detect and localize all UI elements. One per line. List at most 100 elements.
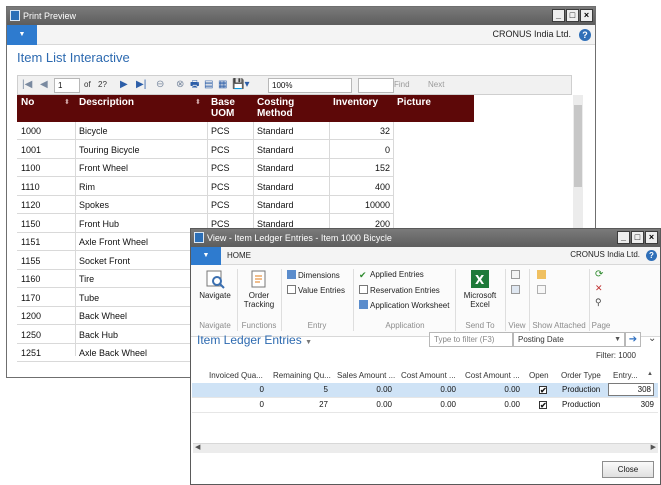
find-button[interactable]: ⚲ (595, 297, 606, 307)
expand-chevron-icon[interactable]: ⌄ (648, 333, 656, 344)
header-sales-amount[interactable]: Sales Amount ... (337, 371, 395, 380)
cell-description: Front Hub (79, 218, 120, 229)
find-link[interactable]: Find (394, 80, 410, 89)
application-worksheet-button[interactable]: Application Worksheet (359, 300, 449, 311)
grid-horizontal-scrollbar[interactable]: ◀ ▶ (193, 443, 658, 453)
edit-button[interactable] (511, 285, 522, 296)
header-remaining-quantity[interactable]: Remaining Qu... (273, 371, 331, 380)
back-icon[interactable]: ⊖ (156, 79, 164, 91)
minimize-icon[interactable]: _ (552, 9, 565, 22)
cell-no: 1160 (21, 274, 41, 284)
cell-description: Back Wheel (79, 311, 128, 321)
open-checkbox[interactable]: ✔ (539, 386, 547, 395)
clear-filter-button[interactable]: ✕ (595, 283, 606, 293)
cell-base-uom: PCS (211, 126, 230, 136)
open-checkbox[interactable]: ✔ (539, 401, 547, 410)
scroll-left-icon[interactable]: ◀ (195, 443, 200, 451)
table-row[interactable]: 0 27 0.00 0.00 0.00 ✔ Production 309 (192, 398, 658, 413)
maximize-icon[interactable]: □ (631, 231, 644, 244)
order-tracking-button[interactable]: Order Tracking (241, 269, 277, 309)
header-costing-method[interactable]: Costing Method (257, 97, 317, 119)
cell-description: Tire (79, 274, 95, 284)
notes-button[interactable] (537, 270, 548, 281)
print-preview-titlebar[interactable]: Print Preview _ □ × (7, 7, 595, 25)
cell-description: Socket Front (79, 255, 131, 266)
refresh-icon: ⟳ (595, 269, 604, 280)
find-input[interactable] (358, 78, 394, 93)
help-icon[interactable]: ? (646, 250, 657, 261)
header-invoiced-quantity[interactable]: Invoiced Qua... (209, 371, 263, 380)
apply-filter-button[interactable]: ➔ (625, 332, 641, 347)
reservation-entries-button[interactable]: Reservation Entries (359, 285, 440, 296)
page-number-input[interactable]: 1 (54, 78, 80, 93)
next-page-icon[interactable]: ▶ (120, 79, 128, 91)
cell-costing-method: Standard (257, 200, 294, 210)
header-picture[interactable]: Picture (397, 97, 431, 108)
close-icon[interactable]: × (580, 9, 593, 22)
header-open[interactable]: Open (529, 371, 549, 380)
header-cost-amount-actual[interactable]: Cost Amount ... (401, 371, 456, 380)
table-row[interactable]: 1120 Spokes PCS Standard 10000 (17, 196, 394, 214)
value-entries-button[interactable]: Value Entries (287, 285, 345, 296)
export-icon[interactable]: 💾▾ (232, 79, 249, 91)
filter-status: Filter: 1000 (595, 351, 636, 360)
page-layout-icon[interactable]: ▤ (204, 79, 213, 91)
header-no[interactable]: No (21, 97, 34, 108)
table-row[interactable]: 1110 Rim PCS Standard 400 (17, 178, 394, 196)
view-button[interactable] (511, 270, 522, 281)
cell-cost-amount-actual: 0.00 (440, 400, 456, 409)
page-setup-icon[interactable]: ▦ (218, 79, 227, 91)
tab-home[interactable]: HOME (227, 251, 251, 260)
print-icon[interactable]: 🖶 (190, 79, 199, 91)
microsoft-excel-button[interactable]: X Microsoft Excel (459, 269, 501, 309)
help-icon[interactable]: ? (579, 29, 591, 41)
ledger-titlebar[interactable]: View - Item Ledger Entries - Item 1000 B… (191, 229, 660, 247)
close-button[interactable]: Close (602, 461, 654, 478)
table-row[interactable]: 1100 Front Wheel PCS Standard 152 (17, 159, 394, 177)
table-row[interactable]: 0 5 0.00 0.00 0.00 ✔ Production 308 (192, 383, 658, 398)
ribbon-separator (455, 269, 456, 331)
table-row[interactable]: 1001 Touring Bicycle PCS Standard 0 (17, 141, 394, 159)
column-divider (75, 122, 76, 356)
dimensions-label: Dimensions (298, 271, 340, 280)
header-entry-no[interactable]: Entry... (613, 371, 638, 380)
first-page-icon[interactable]: |◀ (22, 79, 32, 91)
cell-entry-no[interactable]: 309 (641, 400, 654, 409)
cell-costing-method: Standard (257, 144, 294, 155)
sort-icon[interactable]: ⬍ (195, 98, 201, 106)
window-title: View - Item Ledger Entries - Item 1000 B… (207, 233, 392, 243)
page-title[interactable]: Item Ledger Entries ▼ (197, 333, 312, 347)
zoom-select[interactable]: 100% (268, 78, 352, 93)
header-cost-amount-expected[interactable]: Cost Amount ... (465, 371, 520, 380)
previous-page-icon[interactable]: ◀ (40, 79, 48, 91)
cell-entry-no[interactable]: 308 (608, 383, 654, 396)
table-row[interactable]: 1000 Bicycle PCS Standard 32 (17, 122, 394, 140)
dimensions-icon (287, 270, 296, 279)
stop-icon[interactable]: ⊗ (176, 79, 184, 91)
sort-icon[interactable]: ⬍ (64, 98, 70, 106)
filter-field-select[interactable]: Posting Date ▼ (513, 332, 625, 347)
maximize-icon[interactable]: □ (566, 9, 579, 22)
scroll-right-icon[interactable]: ▶ (651, 443, 656, 451)
scrollbar-thumb[interactable] (574, 105, 582, 187)
dimensions-button[interactable]: Dimensions (287, 270, 340, 281)
close-icon[interactable]: × (645, 231, 658, 244)
last-page-icon[interactable]: ▶| (136, 79, 146, 91)
navigate-button[interactable]: Navigate (197, 269, 233, 300)
links-button[interactable] (537, 285, 548, 296)
app-menu-button[interactable]: ▼ (7, 25, 37, 45)
cell-inventory: 32 (379, 126, 390, 136)
cell-no: 1001 (21, 144, 42, 155)
applied-entries-button[interactable]: ✔ Applied Entries (359, 270, 424, 280)
cell-base-uom: PCS (211, 181, 230, 192)
app-menu-button[interactable]: ▼ (191, 247, 221, 265)
refresh-button[interactable]: ⟳ (595, 269, 606, 280)
header-description[interactable]: Description (79, 97, 134, 108)
header-inventory[interactable]: Inventory (333, 97, 378, 108)
header-base-uom[interactable]: Base UOM (211, 97, 251, 119)
next-link[interactable]: Next (428, 80, 444, 89)
filter-input[interactable]: Type to filter (F3) (429, 332, 513, 347)
app-icon (10, 10, 20, 21)
minimize-icon[interactable]: _ (617, 231, 630, 244)
header-order-type[interactable]: Order Type (561, 371, 601, 380)
